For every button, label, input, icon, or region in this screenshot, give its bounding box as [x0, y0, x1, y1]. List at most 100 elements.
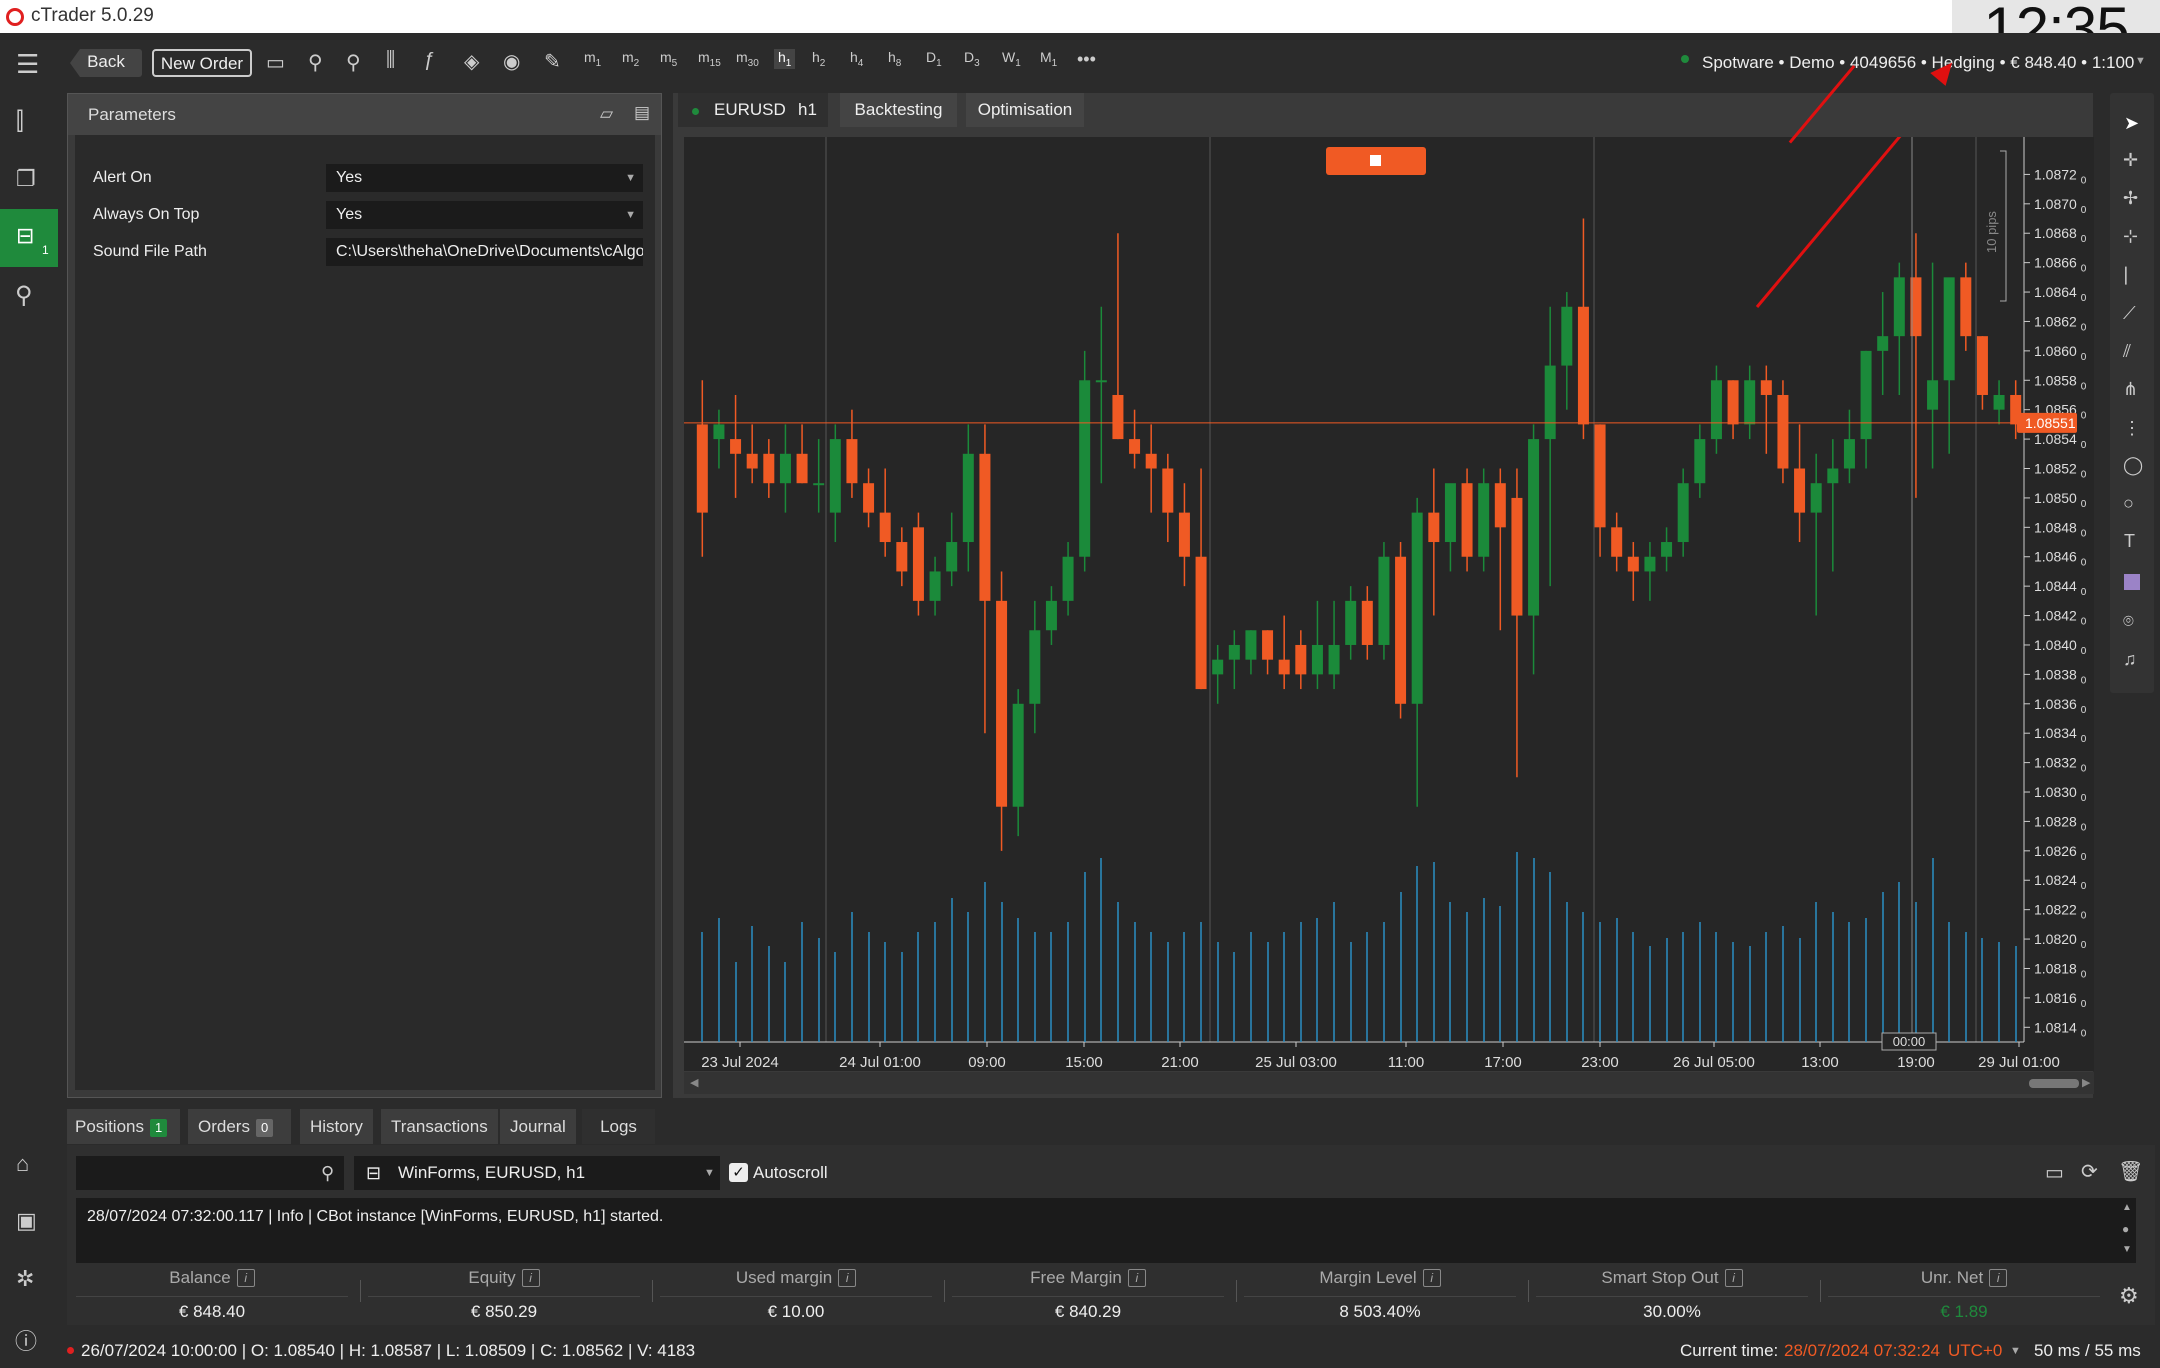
- candle-body: [1760, 380, 1772, 395]
- cursor-icon[interactable]: ➤: [2124, 113, 2139, 134]
- scroll-left-icon[interactable]: ◀: [690, 1076, 698, 1089]
- timeframe-button[interactable]: D3: [964, 49, 980, 69]
- autoscroll-checkbox[interactable]: ✓: [729, 1163, 748, 1182]
- chart-horizontal-scrollbar[interactable]: ◀ ▶: [684, 1072, 2094, 1094]
- timeframe-button[interactable]: W1: [1002, 49, 1021, 69]
- info-icon[interactable]: i: [1724, 1269, 1743, 1287]
- log-scroll-down-icon[interactable]: ▼: [2122, 1244, 2132, 1255]
- log-scroll-thumb[interactable]: ●: [2122, 1222, 2129, 1236]
- stats-settings-icon[interactable]: ⚙: [2119, 1283, 2139, 1309]
- zoom-in-icon[interactable]: ⚲: [346, 50, 361, 75]
- new-order-button[interactable]: New Order: [152, 49, 252, 77]
- log-search-input[interactable]: ⚲: [76, 1156, 344, 1190]
- tab-backtesting[interactable]: Backtesting: [840, 93, 957, 127]
- timeframe-unit: m: [584, 49, 596, 65]
- pitchfork-icon[interactable]: ⋔: [2123, 379, 2138, 400]
- price-chart[interactable]: 1.0872 0 1.0870 0 1.0868 0 1.0866 0 1.0864 0 1.086…: [684, 66, 2094, 1071]
- layers-icon[interactable]: ◈: [464, 49, 479, 74]
- info-icon[interactable]: i: [1127, 1269, 1146, 1287]
- info-icon[interactable]: i: [521, 1269, 540, 1287]
- tab-optimisation[interactable]: Optimisation: [966, 93, 1084, 127]
- log-scroll-up-icon[interactable]: ▲: [2122, 1202, 2132, 1213]
- candle-body: [1311, 644, 1323, 675]
- chart-type-icon[interactable]: ⫼: [386, 49, 395, 72]
- watch-icon[interactable]: ◉: [503, 49, 520, 74]
- tab-positions[interactable]: Positions 1: [67, 1109, 180, 1144]
- info-icon[interactable]: i: [1989, 1269, 2008, 1287]
- crosshair-icon[interactable]: ✛: [2123, 150, 2138, 171]
- delete-icon[interactable]: 🗑: [2118, 1159, 2143, 1184]
- timezone-dropdown-icon[interactable]: ▼: [2010, 1334, 2021, 1368]
- wallet-icon[interactable]: ▣: [16, 1208, 37, 1234]
- circle-icon[interactable]: ○: [2123, 493, 2134, 514]
- ellipse-icon[interactable]: ◯: [2123, 455, 2143, 476]
- tab-journal[interactable]: Journal: [500, 1109, 576, 1144]
- analyze-icon[interactable]: ⚲: [15, 281, 33, 310]
- timeframe-button[interactable]: m15: [698, 49, 721, 69]
- stat-separator: [1528, 1280, 1529, 1302]
- hamburger-menu-icon[interactable]: ☰: [16, 49, 39, 80]
- param-select-alert-on[interactable]: Yes ▼: [326, 164, 643, 192]
- chart-layout-icon[interactable]: ▭: [266, 50, 285, 75]
- fibonacci-icon[interactable]: ⋮: [2123, 418, 2141, 439]
- more-timeframes-icon[interactable]: •••: [1077, 49, 1096, 70]
- timeframe-button[interactable]: h1: [774, 49, 796, 69]
- algo-tab[interactable]: ⊟ 1: [0, 209, 58, 267]
- parameters-title: Parameters: [88, 105, 176, 124]
- timeframe-button[interactable]: m30: [736, 49, 759, 69]
- timeframe-button[interactable]: D1: [926, 49, 942, 69]
- param-select-always-on-top[interactable]: Yes ▼: [326, 201, 643, 229]
- info-icon[interactable]: i: [1422, 1269, 1441, 1287]
- chart-svg[interactable]: 1.0872 0 1.0870 0 1.0868 0 1.0866 0 1.0864 0 1.086…: [684, 66, 2094, 1071]
- timezone[interactable]: UTC+0: [1948, 1334, 2002, 1368]
- timeframe-button[interactable]: h4: [850, 49, 863, 69]
- timeframe-button[interactable]: m2: [622, 49, 639, 69]
- channel-icon[interactable]: ⫽: [2123, 341, 2131, 362]
- tab-orders[interactable]: Orders 0: [188, 1109, 291, 1144]
- info-icon[interactable]: i: [236, 1269, 255, 1287]
- crosshair-alt-icon[interactable]: ✢: [2123, 188, 2138, 209]
- account-dropdown-icon[interactable]: ▼: [2135, 55, 2146, 67]
- store-icon[interactable]: ⌂: [16, 1151, 29, 1177]
- param-input-sound-file-path[interactable]: C:\Users\theha\OneDrive\Documents\cAlgo: [326, 238, 643, 266]
- stat-separator: [944, 1280, 945, 1302]
- refresh-icon[interactable]: ⟳: [2081, 1159, 2098, 1184]
- open-folder-icon[interactable]: ▱: [600, 104, 613, 124]
- drawing-settings-icon[interactable]: ✎: [544, 49, 561, 74]
- color-swatch-icon[interactable]: [2124, 574, 2140, 590]
- indicators-icon[interactable]: ƒ: [424, 49, 435, 72]
- timeframe-button[interactable]: h2: [812, 49, 825, 69]
- back-button[interactable]: Back: [70, 49, 142, 77]
- tab-chart-eurusd[interactable]: EURUSD h1: [678, 93, 828, 127]
- copy-icon[interactable]: ❐: [16, 166, 36, 192]
- tab-transactions[interactable]: Transactions: [381, 1109, 498, 1144]
- vertical-line-icon[interactable]: ⎸: [2125, 265, 2143, 286]
- save-icon[interactable]: ▤: [634, 103, 650, 123]
- scroll-thumb[interactable]: [2029, 1079, 2079, 1088]
- help-icon[interactable]: ⓘ: [15, 1324, 37, 1356]
- trend-line-icon[interactable]: ⟋: [2123, 303, 2136, 324]
- tab-history[interactable]: History: [300, 1109, 373, 1144]
- timeframe-button[interactable]: h8: [888, 49, 901, 69]
- folder-icon[interactable]: ▭: [2045, 1160, 2064, 1185]
- trade-icon[interactable]: ⫿: [16, 108, 24, 136]
- ruler-icon[interactable]: ⊹: [2123, 226, 2138, 247]
- text-icon[interactable]: T: [2124, 531, 2135, 552]
- timeframe-value: 8: [895, 57, 902, 69]
- zoom-out-icon[interactable]: ⚲: [308, 50, 323, 75]
- tab-logs[interactable]: Logs: [582, 1109, 655, 1144]
- timeframe-button[interactable]: m5: [660, 49, 677, 69]
- settings-icon[interactable]: ✲: [16, 1266, 34, 1292]
- candle-body: [1993, 394, 2005, 410]
- scroll-right-icon[interactable]: ▶: [2082, 1076, 2090, 1089]
- account-info[interactable]: Spotware • Demo • 4049656 • Hedging • € …: [1702, 53, 2134, 73]
- info-icon[interactable]: i: [838, 1269, 857, 1287]
- timeframe-button[interactable]: m1: [584, 49, 601, 69]
- stat-smart-stop-out: Smart Stop Out i 30.00%: [1532, 1268, 1812, 1322]
- alert-bell-icon[interactable]: ♫: [2123, 649, 2137, 670]
- instance-select[interactable]: ⊟ WinForms, EURUSD, h1 ▼: [354, 1156, 720, 1190]
- timeframe-button[interactable]: M1: [1040, 49, 1057, 69]
- candle-body: [1295, 644, 1307, 675]
- screenshot-icon[interactable]: ⌾: [2123, 611, 2134, 632]
- current-price-label: 1.08551: [2025, 415, 2076, 431]
